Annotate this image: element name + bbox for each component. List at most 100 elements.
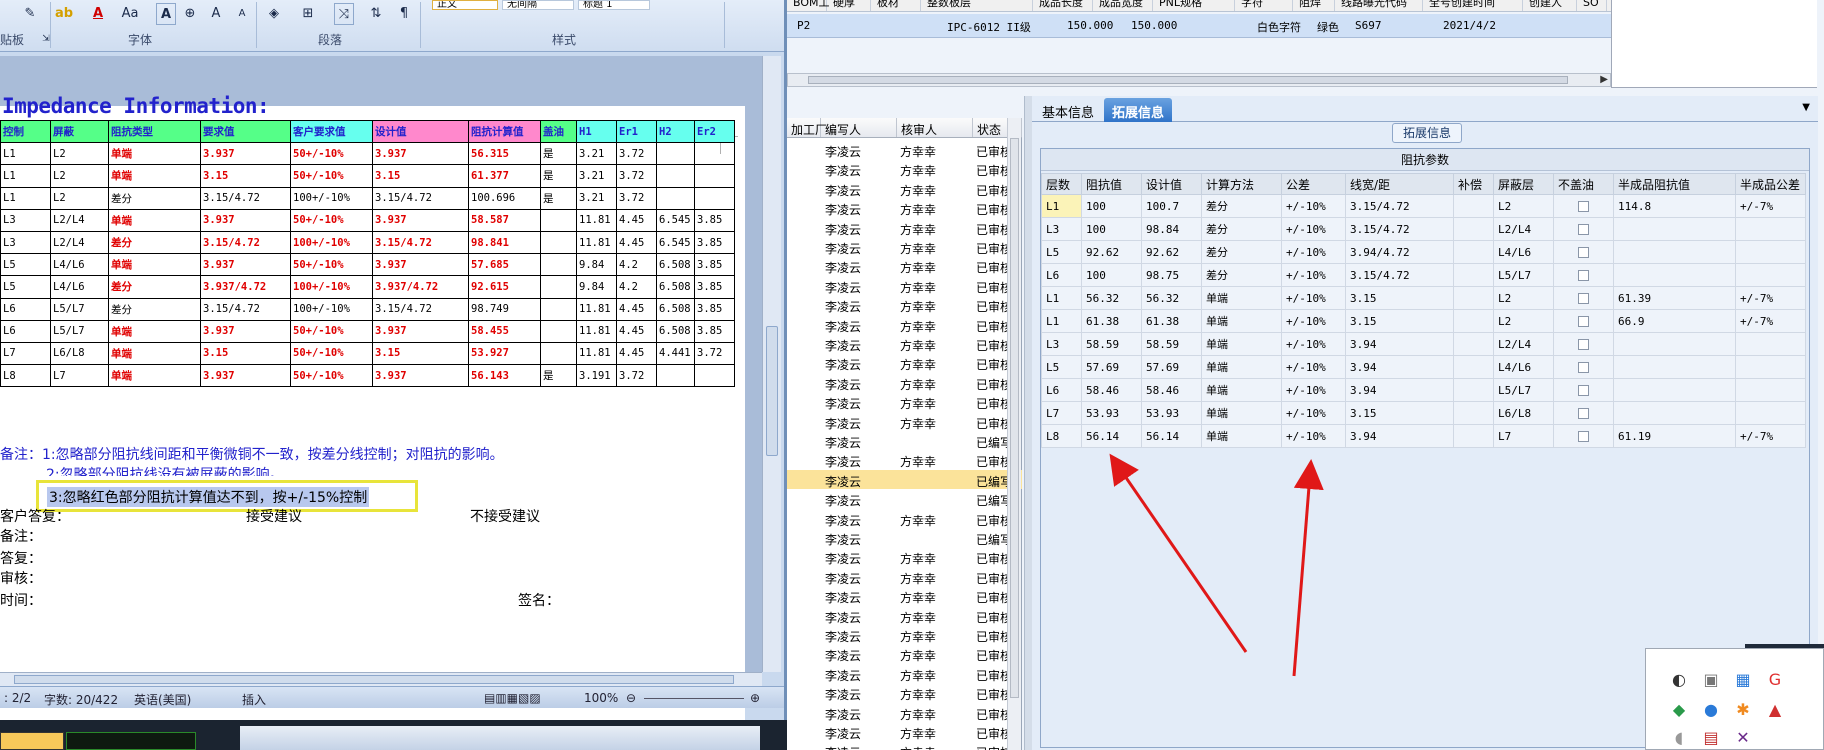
zoom-level[interactable]: 100% [584,691,618,705]
word-table-cell[interactable]: L5/L7 [50,297,109,321]
word-table-cell[interactable] [656,186,695,210]
word-table-cell[interactable]: L2 [50,142,109,166]
word-table-cell[interactable]: 50+/-10% [290,319,373,343]
word-table-cell[interactable] [656,164,695,188]
tray-app-icon[interactable]: ● [1702,701,1720,719]
word-table-cell[interactable]: L5/L7 [50,319,109,343]
word-table-cell[interactable]: 差分 [108,186,201,210]
tray-app-icon[interactable]: G [1766,671,1784,689]
word-table-cell[interactable]: 是 [540,186,577,210]
borders-icon[interactable]: ⊞ [298,3,318,25]
word-table-cell[interactable]: L1 [0,164,51,188]
word-table-cell[interactable]: 单端 [108,319,201,343]
word-col-header[interactable]: H2 [656,119,695,144]
doc-vscrollbar[interactable] [762,56,781,672]
word-table-cell[interactable]: 50+/-10% [290,142,373,166]
scroll-thumb[interactable] [766,326,778,456]
format-painter-icon[interactable]: ✎ [20,3,40,25]
word-table-cell[interactable]: 50+/-10% [290,364,373,388]
word-table-cell[interactable] [694,364,735,388]
word-table-row[interactable]: L3 L2/L4 差分 3.15/4.72 100+/-10% 3.15/4.72 98.8… [0,230,735,255]
tray-app-icon[interactable]: ▲ [1766,701,1784,719]
word-table-cell[interactable]: 100+/-10% [290,297,373,321]
word-table-row[interactable]: L8 L7 单端 3.937 50+/-10% 3.937 56.143 是 3.191 3.72 [0,364,735,388]
word-table-cell[interactable]: 61.377 [468,164,541,188]
word-table-cell[interactable]: 3.937 [200,364,291,388]
enclose-char-icon[interactable]: ⊕ [180,3,200,25]
word-table-cell[interactable]: 3.21 [576,186,617,210]
word-table-cell[interactable]: L6 [0,319,51,343]
show-marks-icon[interactable]: ¶ [394,3,414,25]
word-table-cell[interactable]: 3.85 [694,230,735,255]
word-table-cell[interactable]: 3.85 [694,297,735,321]
word-table-cell[interactable]: 3.15 [200,164,291,188]
zoom-in-icon[interactable]: ⊕ [750,691,760,705]
word-table-cell[interactable]: 4.441 [656,341,695,366]
word-col-header[interactable]: 要求值 [200,119,291,144]
word-table-cell[interactable]: 3.21 [576,142,617,166]
sort-icon[interactable]: ⇅ [366,3,386,25]
word-table-cell[interactable] [540,341,577,366]
word-table-cell[interactable]: 单端 [108,208,201,232]
word-table-cell[interactable] [540,230,577,255]
zoom-slider[interactable] [644,698,744,699]
word-table-cell[interactable]: 53.927 [468,341,541,366]
speaker-icon[interactable]: ◖ [1670,729,1688,747]
style-heading-1[interactable]: 标题 1 [578,0,650,10]
style-normal[interactable]: 正文 [432,0,498,10]
word-table-cell[interactable]: 11.81 [576,230,617,255]
word-table-cell[interactable]: L6/L8 [50,341,109,366]
word-table-cell[interactable]: L1 [0,142,51,166]
word-table-cell[interactable]: 50+/-10% [290,208,373,232]
word-table-cell[interactable]: 3.937 [372,253,469,277]
word-table-cell[interactable]: 3.937 [200,208,291,232]
word-table-cell[interactable]: L2/L4 [50,230,109,255]
word-table-cell[interactable]: 差分 [108,297,201,321]
word-table-cell[interactable]: 3.15/4.72 [372,230,469,255]
word-table-cell[interactable]: 6.508 [656,275,695,299]
change-case-icon[interactable]: Aa [120,3,140,25]
word-col-header[interactable]: 控制 [0,119,51,144]
word-table-cell[interactable]: 50+/-10% [290,341,373,366]
word-table-row[interactable]: L7 L6/L8 单端 3.15 50+/-10% 3.15 53.927 11.81 4.45… [0,341,735,366]
word-table-row[interactable]: L5 L4/L6 差分 3.937/4.72 100+/-10% 3.937/4.72 92… [0,275,735,299]
word-table-cell[interactable]: 3.15 [200,341,291,366]
word-table-cell[interactable]: 3.937 [372,319,469,343]
word-table-cell[interactable]: 11.81 [576,208,617,232]
page-indicator[interactable]: : 2/2 [4,691,31,705]
word-col-header[interactable]: 客户要求值 [290,119,373,144]
word-table-cell[interactable]: L1 [0,186,51,210]
word-table-cell[interactable]: 单端 [108,142,201,166]
word-table-cell[interactable]: 3.85 [694,275,735,299]
word-table-cell[interactable]: 3.937 [372,364,469,388]
style-no-spacing[interactable]: 无间隔 [502,0,574,10]
word-table-cell[interactable] [656,142,695,166]
word-table-cell[interactable]: 单端 [108,364,201,388]
word-table-cell[interactable]: 58.587 [468,208,541,232]
word-table-cell[interactable]: 3.72 [694,341,735,366]
word-table-row[interactable]: L5 L4/L6 单端 3.937 50+/-10% 3.937 57.685 9.84 4.2… [0,253,735,277]
language-indicator[interactable]: 英语(美国) [134,691,191,708]
word-table-cell[interactable]: 3.72 [616,142,657,166]
shading-icon[interactable]: ◈ [264,3,284,25]
grow-font-icon[interactable]: A [206,3,226,25]
highlight-color-icon[interactable]: ab [54,3,74,25]
word-table-cell[interactable]: 3.15/4.72 [200,186,291,210]
word-table-cell[interactable]: 4.2 [616,253,657,277]
word-table-cell[interactable]: 3.85 [694,253,735,277]
word-table-cell[interactable]: 3.85 [694,319,735,343]
tray-app-icon[interactable]: ◐ [1670,671,1688,689]
word-table-cell[interactable]: L5 [0,275,51,299]
word-table-cell[interactable]: 是 [540,364,577,388]
word-table-cell[interactable]: L5 [0,253,51,277]
shapes-icon[interactable]: ⤨ [334,3,354,25]
word-table-cell[interactable]: 3.937 [372,208,469,232]
word-table-cell[interactable]: 6.545 [656,230,695,255]
word-table-cell[interactable]: 92.615 [468,275,541,299]
word-table-cell[interactable]: 98.749 [468,297,541,321]
word-table-cell[interactable]: 50+/-10% [290,164,373,188]
tray-app-icon[interactable]: ◆ [1670,701,1688,719]
word-table-cell[interactable]: 3.15 [372,341,469,366]
word-table-cell[interactable]: 3.72 [616,186,657,210]
word-table-cell[interactable]: 6.508 [656,319,695,343]
